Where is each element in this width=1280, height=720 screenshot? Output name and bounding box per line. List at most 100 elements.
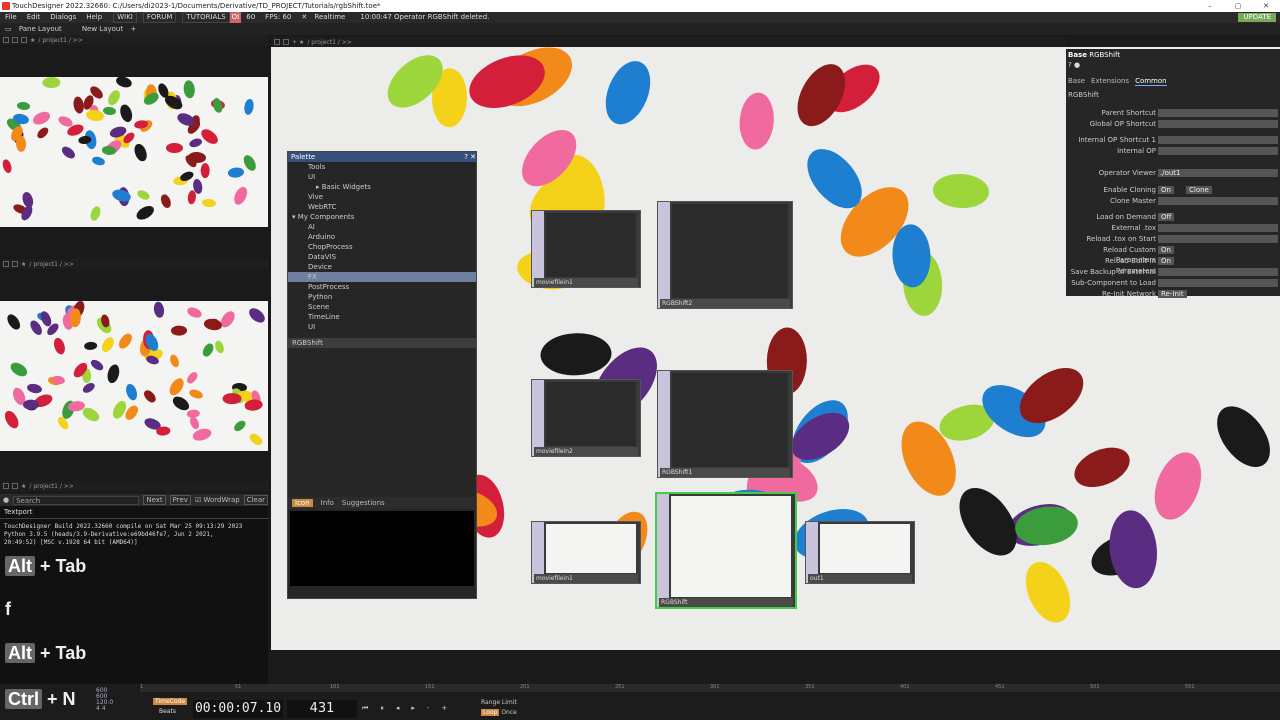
fps-target[interactable]: 60 bbox=[241, 12, 260, 23]
wiki-button[interactable]: WIKI bbox=[113, 12, 137, 23]
palette-item-fx[interactable]: FX bbox=[288, 272, 476, 282]
param-value[interactable]: On bbox=[1158, 257, 1174, 265]
palette-item[interactable]: WebRTC bbox=[288, 202, 476, 212]
minus-icon[interactable]: - bbox=[427, 704, 430, 713]
minimize-icon[interactable]: – bbox=[1196, 0, 1224, 12]
pause-icon[interactable]: ⏸ bbox=[380, 704, 384, 713]
wordwrap-checkbox[interactable]: ☑ WordWrap bbox=[195, 496, 240, 504]
tab-base[interactable]: Base bbox=[1068, 77, 1085, 86]
jellybean bbox=[227, 167, 245, 179]
palette-item[interactable]: ▸ Basic Widgets bbox=[288, 182, 476, 192]
tab-extensions[interactable]: Extensions bbox=[1091, 77, 1129, 86]
palette-item[interactable]: ▾ My Components bbox=[288, 212, 476, 222]
jellybean bbox=[597, 54, 659, 131]
palette-selected-component[interactable]: RGBShift bbox=[288, 338, 476, 348]
clone-button[interactable]: Clone bbox=[1186, 186, 1212, 194]
transport-controls: ⏮ ⏸ ◂ ▸ - + bbox=[362, 704, 447, 713]
realtime-toggle[interactable]: ✕ Realtime bbox=[296, 12, 355, 23]
palette-item[interactable]: DataVIS bbox=[288, 252, 476, 262]
param-value[interactable] bbox=[1158, 268, 1278, 276]
node-moviefilein1-bottom[interactable]: moviefilein1 bbox=[531, 521, 641, 584]
node-moviefilein1-top[interactable]: moviefilein1 bbox=[531, 210, 641, 288]
step-back-icon[interactable]: ◂ bbox=[396, 704, 400, 713]
prev-button[interactable]: Prev bbox=[169, 495, 191, 505]
loop-button[interactable]: Loop bbox=[481, 709, 500, 716]
viewer-middle[interactable] bbox=[0, 301, 268, 451]
play-icon[interactable]: ▸ bbox=[411, 704, 415, 713]
help-icon[interactable]: ● bbox=[1074, 61, 1080, 69]
param-value[interactable] bbox=[1158, 197, 1278, 205]
plus-icon[interactable]: + bbox=[441, 704, 447, 713]
palette-item[interactable]: UI bbox=[288, 172, 476, 182]
param-value[interactable]: On bbox=[1158, 246, 1174, 254]
timeline-ruler[interactable]: 1 51 101 151 201 251 301 351 401 451 501 551 bbox=[140, 684, 1280, 692]
timecode-display[interactable]: 00:00:07.10 bbox=[193, 700, 283, 718]
palette-item[interactable]: ChopProcess bbox=[288, 242, 476, 252]
menu-edit[interactable]: Edit bbox=[22, 12, 46, 23]
close-icon[interactable]: ✕ bbox=[1252, 0, 1280, 12]
menu-help[interactable]: Help bbox=[81, 12, 107, 23]
textport-tab[interactable]: Textport bbox=[0, 506, 268, 519]
maximize-icon[interactable]: ▢ bbox=[1224, 0, 1252, 12]
param-value[interactable]: Re-Init bbox=[1158, 290, 1187, 298]
viewer-top[interactable] bbox=[0, 77, 268, 227]
param-value[interactable] bbox=[1158, 279, 1278, 287]
timecode-toggle[interactable]: TimeCode Beats bbox=[153, 698, 188, 715]
param-value[interactable] bbox=[1158, 147, 1278, 155]
rewind-icon[interactable]: ⏮ bbox=[362, 704, 368, 713]
tab-suggestions[interactable]: Suggestions bbox=[342, 499, 385, 507]
node-rgbshift2[interactable]: RGBShift2 bbox=[657, 201, 793, 309]
jellybean bbox=[69, 307, 82, 327]
jellybean bbox=[231, 418, 248, 434]
new-layout-button[interactable]: New Layout + bbox=[72, 25, 141, 33]
node-out1[interactable]: out1 bbox=[805, 521, 915, 584]
jellybean bbox=[539, 332, 612, 377]
param-value[interactable] bbox=[1158, 136, 1278, 144]
param-value[interactable]: Off bbox=[1158, 213, 1175, 221]
jellybean bbox=[118, 103, 135, 125]
jellybean bbox=[1017, 554, 1080, 630]
jellybean bbox=[1, 158, 14, 174]
palette-item[interactable]: UI bbox=[288, 322, 476, 332]
palette-item[interactable]: Device bbox=[288, 262, 476, 272]
palette-item[interactable]: PostProcess bbox=[288, 282, 476, 292]
jellybean bbox=[26, 382, 44, 395]
tab-info[interactable]: Info bbox=[321, 499, 334, 507]
node-rgbshift-selected[interactable]: RGBShift bbox=[655, 492, 797, 609]
param-value[interactable] bbox=[1158, 109, 1278, 117]
palette-item[interactable]: Vive bbox=[288, 192, 476, 202]
palette-item[interactable]: TimeLine bbox=[288, 312, 476, 322]
param-row: Reload Built-In Parameters On bbox=[1066, 256, 1280, 275]
menu-file[interactable]: File bbox=[0, 12, 22, 23]
tab-icon[interactable]: Icon bbox=[292, 499, 313, 507]
palette-item[interactable]: AI bbox=[288, 222, 476, 232]
palette-item[interactable]: Python bbox=[288, 292, 476, 302]
search-input[interactable]: Search bbox=[13, 495, 140, 505]
clear-button[interactable]: Clear bbox=[243, 495, 268, 505]
once-button[interactable]: Once bbox=[501, 709, 517, 716]
next-button[interactable]: Next bbox=[143, 495, 166, 505]
param-value[interactable] bbox=[1158, 235, 1278, 243]
pane-layout-button[interactable]: ▭ Pane Layout bbox=[0, 25, 72, 33]
param-value[interactable] bbox=[1158, 224, 1278, 232]
frame-display[interactable]: 431 bbox=[287, 700, 357, 718]
param-value[interactable] bbox=[1158, 120, 1278, 128]
menu-dialogs[interactable]: Dialogs bbox=[45, 12, 81, 23]
close-icon[interactable]: ? ✕ bbox=[464, 152, 476, 162]
update-button[interactable]: UPDATE bbox=[1238, 13, 1276, 22]
param-value[interactable]: On bbox=[1158, 186, 1174, 194]
node-moviefilein2[interactable]: moviefilein2 bbox=[531, 379, 641, 457]
tab-common[interactable]: Common bbox=[1135, 77, 1167, 86]
palette-item[interactable]: Arduino bbox=[288, 232, 476, 242]
node-rgbshift1[interactable]: RGBShift1 bbox=[657, 370, 793, 478]
jellybean bbox=[931, 172, 991, 210]
tutorials-button[interactable]: TUTORIALS bbox=[182, 12, 230, 23]
jellybean bbox=[166, 375, 187, 398]
oi-button[interactable]: OI bbox=[229, 12, 242, 23]
param-value[interactable]: ./out1 bbox=[1158, 169, 1278, 177]
ruler-tick: 151 bbox=[425, 684, 435, 690]
palette-item[interactable]: Tools bbox=[288, 162, 476, 172]
palette-item[interactable]: Scene bbox=[288, 302, 476, 312]
forum-button[interactable]: FORUM bbox=[142, 12, 177, 23]
jellybean bbox=[247, 305, 268, 326]
